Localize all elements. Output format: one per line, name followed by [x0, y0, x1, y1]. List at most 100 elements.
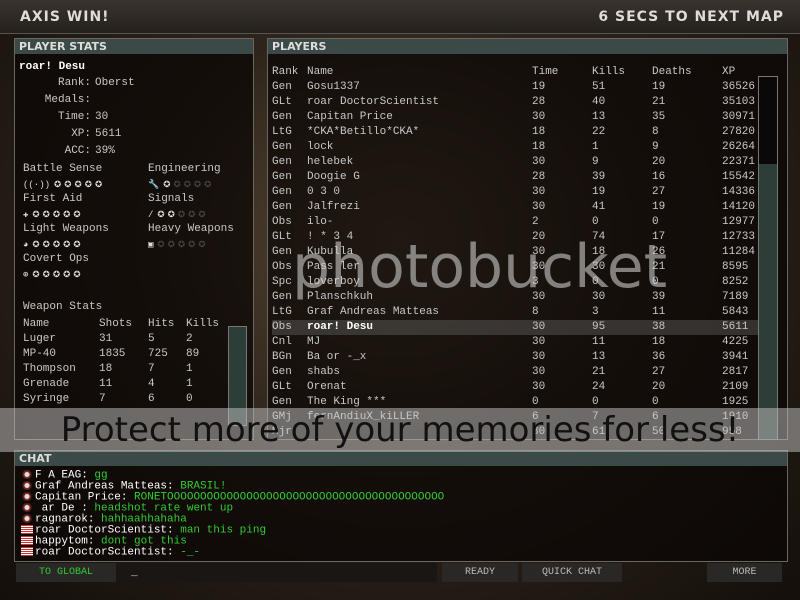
player-kills: 95	[592, 321, 606, 333]
player-kills: 41	[592, 201, 606, 213]
star-icon: ✪	[63, 237, 74, 251]
player-row[interactable]: Obs ilo- 2 0 0 12977	[272, 215, 758, 230]
player-deaths: 19	[652, 81, 666, 93]
player-row[interactable]: Gen Capitan Price 30 13 35 30971	[272, 110, 758, 125]
player-deaths: 16	[652, 171, 666, 183]
star-icon: ✪	[42, 267, 53, 281]
player-name: fernAndiuX_kiLLER	[307, 411, 420, 423]
player-xp: 30971	[722, 111, 756, 123]
chat-sender: roar DoctorScientist	[35, 546, 168, 559]
player-time: 6	[532, 411, 539, 423]
skill-name: First Aid	[23, 193, 83, 205]
player-name: roar DoctorScientist	[307, 96, 440, 108]
player-row[interactable]: Gen helebek 30 9 20 22371	[272, 155, 758, 170]
player-deaths: 0	[652, 396, 659, 408]
player-deaths: 0	[652, 276, 659, 288]
star-icon: ✪	[63, 207, 74, 221]
player-name: helebek	[307, 156, 354, 168]
player-row[interactable]: Obs Pass ler 30 30 21 8595	[272, 260, 758, 275]
weapon-stat-cell: 89	[186, 348, 200, 360]
scrollbar-thumb[interactable]	[229, 327, 246, 425]
star-icon: ✪	[94, 177, 106, 191]
weapon-stat-cell: 7	[99, 393, 106, 405]
chat-input[interactable]	[121, 563, 437, 582]
column-header-deaths: Deaths	[652, 66, 692, 78]
weapon-stat-cell: 0	[186, 393, 193, 405]
player-row[interactable]: Gen Kubulla 30 18 26 11284	[272, 245, 758, 260]
player-row[interactable]: Gen shabs 30 21 27 2817	[272, 365, 758, 380]
player-row[interactable]: Gen The King *** 0 0 0 1925	[272, 395, 758, 410]
stat-label: Time:	[57, 111, 91, 123]
skill-name: Light Weapons	[23, 223, 109, 235]
star-icon: ✪	[157, 207, 168, 221]
column-header-rank: Rank	[272, 66, 299, 78]
player-row[interactable]: GLt roar DoctorScientist 28 40 21 35103	[272, 95, 758, 110]
player-xp: 2817	[722, 366, 749, 378]
ready-button[interactable]: READY	[442, 563, 518, 582]
player-name: Graf Andreas Matteas	[307, 306, 440, 318]
player-time: 30	[532, 111, 546, 123]
player-row[interactable]: Gen Jalfrezi 30 41 19 14120	[272, 200, 758, 215]
to-global-button[interactable]: TO GLOBAL	[16, 563, 116, 582]
star-icon: ✪	[157, 237, 168, 251]
star-icon: ✪	[198, 207, 209, 221]
weapon-stats-scrollbar[interactable]	[228, 326, 247, 426]
player-row[interactable]: Gen 0 3 0 30 19 27 14336	[272, 185, 758, 200]
star-icon: ✪	[167, 207, 178, 221]
player-rank: Gen	[272, 366, 292, 378]
player-rank: BGn	[272, 351, 292, 363]
player-name: ilo-	[307, 216, 334, 228]
medic-cross-icon: ✚	[23, 210, 29, 220]
player-row[interactable]: Spc loverboy 3 0 0 8252	[272, 275, 758, 290]
weapon-column-header: Name	[23, 318, 50, 330]
skill-name: Signals	[148, 193, 195, 205]
player-rank: GLt	[272, 96, 292, 108]
player-xp: 4225	[722, 336, 749, 348]
player-row[interactable]: Gen Doogie G 28 39 16 15542	[272, 170, 758, 185]
stat-value: 5611	[95, 128, 122, 140]
player-row[interactable]: GMj fernAndiuX_kiLLER 6 7 6 1910	[272, 410, 758, 425]
player-rank: Spc	[272, 276, 292, 288]
player-row[interactable]: LtG Graf Andreas Matteas 8 3 11 5843	[272, 305, 758, 320]
radio-icon: ((·))	[23, 180, 51, 190]
player-row[interactable]: Gen Gosu1337 19 51 19 36526	[272, 80, 758, 95]
player-rank: Gen	[272, 186, 292, 198]
player-row[interactable]: Gen Planschkuh 30 30 39 7189	[272, 290, 758, 305]
panel-title: PLAYER STATS	[15, 39, 253, 54]
player-rank: Gen	[272, 201, 292, 213]
player-row[interactable]: GLt ! * 3 4 20 74 17 12733	[272, 230, 758, 245]
player-row[interactable]: Obs roar! Desu 30 95 38 5611	[272, 320, 758, 335]
weapon-stat-cell: Thompson	[23, 363, 76, 375]
player-time: 28	[532, 96, 546, 108]
player-row[interactable]: BGn Ba or -_x 30 13 36 3941	[272, 350, 758, 365]
player-row[interactable]: LtG *CKA*Betillo*CKA* 18 22 8 27820	[272, 125, 758, 140]
player-time: 30	[532, 291, 546, 303]
player-kills: 61	[592, 426, 606, 438]
axis-eagle-icon	[21, 503, 33, 512]
players-scrollbar[interactable]	[758, 76, 778, 440]
player-name: lock	[307, 141, 334, 153]
player-deaths: 35	[652, 111, 666, 123]
stat-label: Rank:	[57, 77, 91, 89]
player-time: 30	[532, 246, 546, 258]
player-kills: 0	[592, 216, 599, 228]
panel-title: PLAYERS	[268, 39, 787, 54]
player-kills: 19	[592, 186, 606, 198]
player-row[interactable]: Gen lock 18 1 9 26264	[272, 140, 758, 155]
axis-eagle-icon	[21, 470, 33, 479]
chat-line: happytom: dont got this	[21, 536, 444, 547]
player-row[interactable]: Cnl MJ 30 11 18 4225	[272, 335, 758, 350]
player-time: 30	[532, 426, 546, 438]
player-row[interactable]: GLt Orenat 30 24 20 2109	[272, 380, 758, 395]
scrollbar-thumb[interactable]	[759, 164, 777, 439]
more-button[interactable]: MORE	[707, 563, 782, 582]
player-rank: Gen	[272, 156, 292, 168]
skill-level: ((·)) ✪✪✪✪✪	[23, 176, 105, 191]
player-row[interactable]: Mjr 30 61 50 958	[272, 425, 758, 440]
weapon-stat-cell: 6	[148, 393, 155, 405]
player-xp: 958	[722, 426, 742, 438]
player-deaths: 11	[652, 306, 666, 318]
quick-chat-button[interactable]: QUICK CHAT	[522, 563, 622, 582]
match-result: AXIS WIN!	[20, 9, 110, 25]
player-rank: Obs	[272, 216, 292, 228]
